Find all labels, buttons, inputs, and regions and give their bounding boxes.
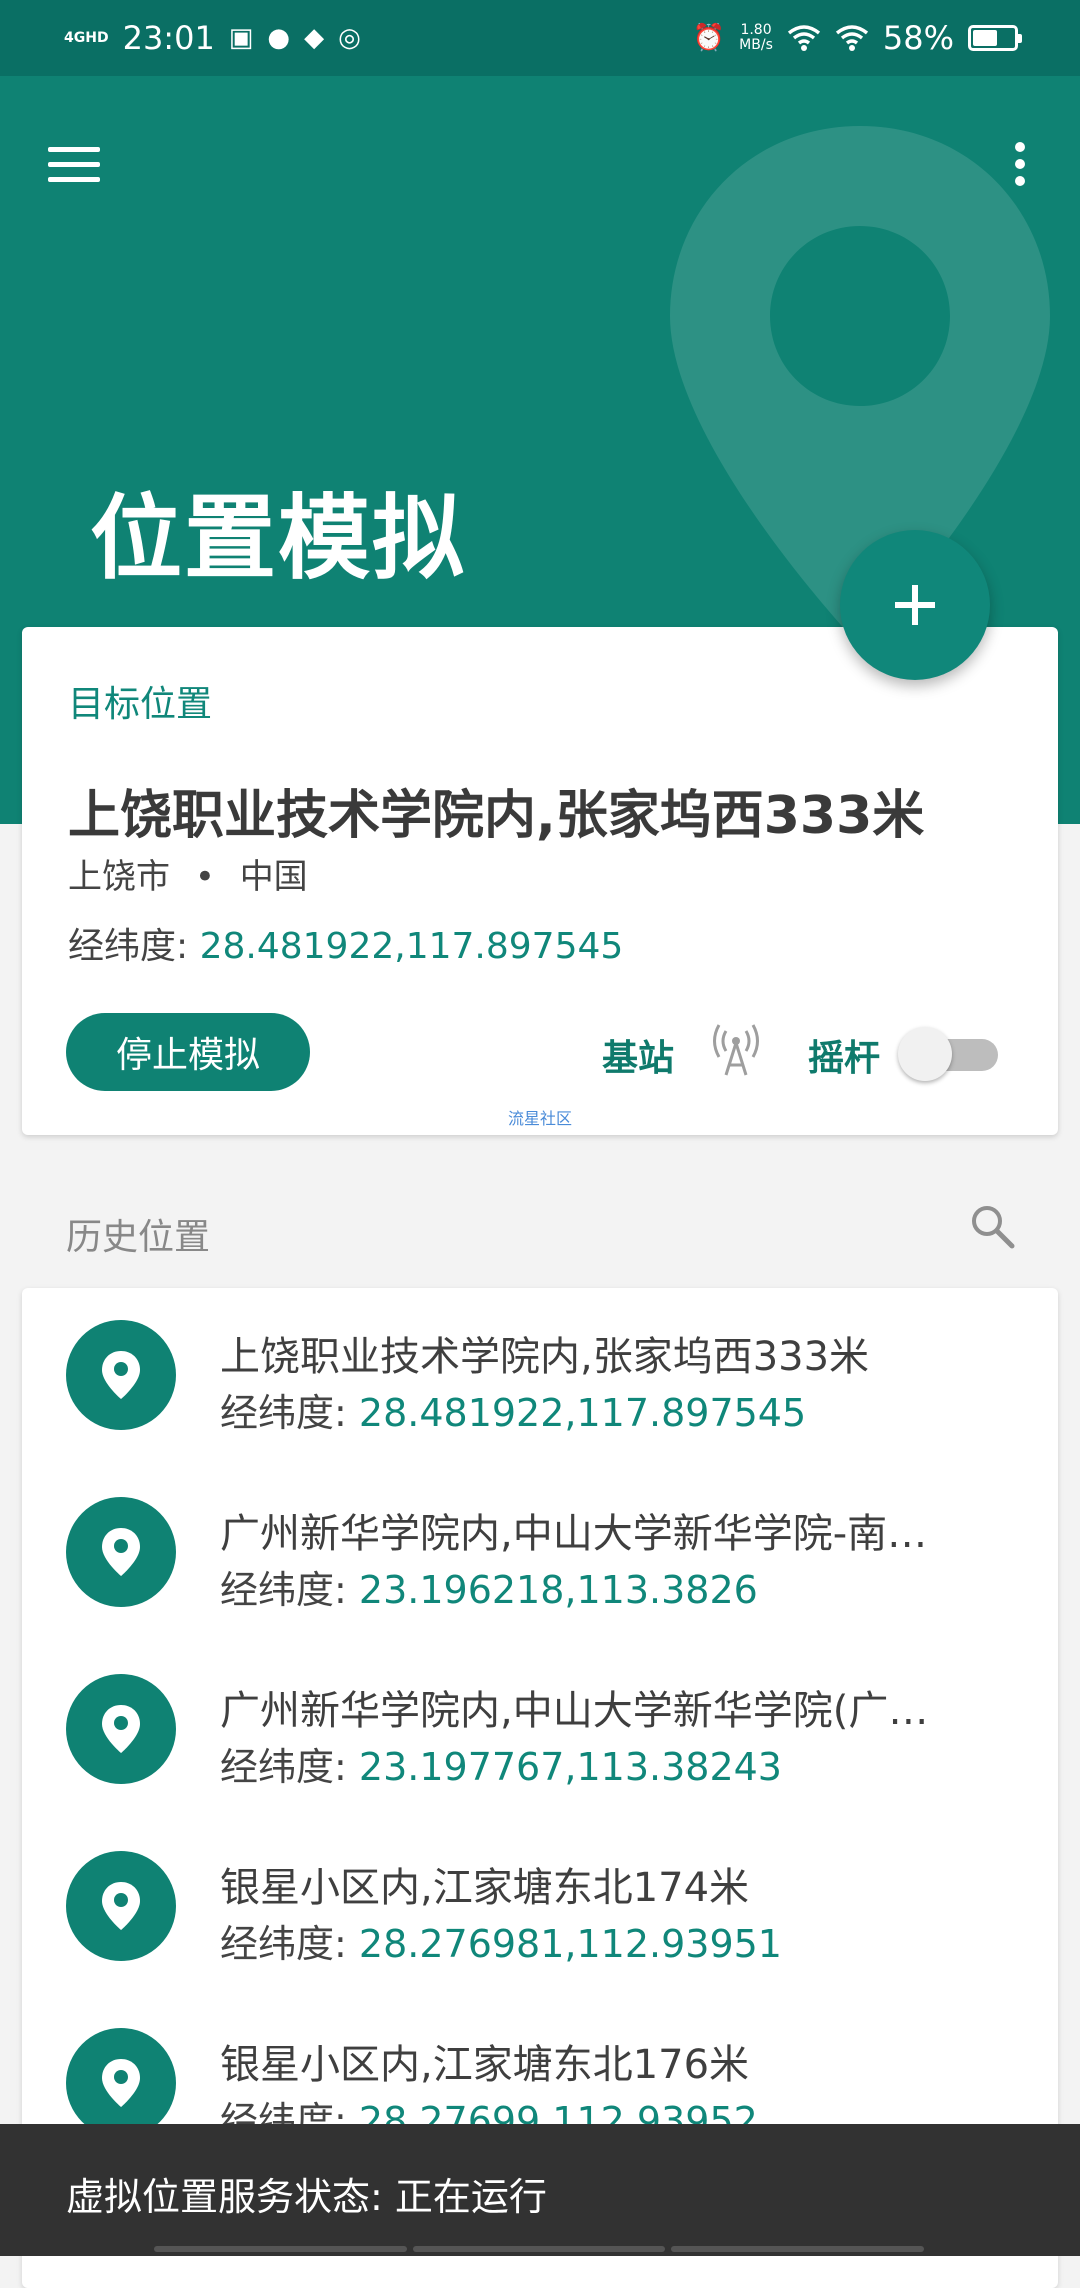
menu-icon[interactable] <box>48 136 104 192</box>
coord-label: 经纬度: <box>220 1745 347 1789</box>
toggle-thumb <box>898 1027 952 1081</box>
page-title: 位置模拟 <box>90 485 467 592</box>
target-name: 上饶职业技术学院内,张家坞西333米 <box>68 786 925 846</box>
history-item-coords: 经纬度: 28.276981,112.93951 <box>220 1913 782 1968</box>
coord-value: 28.276981,112.93951 <box>358 1922 782 1966</box>
coord-value: 28.481922,117.897545 <box>199 926 624 967</box>
add-location-button[interactable] <box>840 530 990 680</box>
history-item-name: 上饶职业技术学院内,张家坞西333米 <box>220 1334 870 1380</box>
base-station-label[interactable]: 基站 <box>602 1029 674 1081</box>
coord-value: 23.197767,113.38243 <box>358 1745 782 1789</box>
history-title: 历史位置 <box>66 1217 211 1258</box>
snackbar-text: 虚拟位置服务状态: 正在运行 <box>66 2175 547 2219</box>
speed-unit: MB/s <box>739 37 773 53</box>
coord-value: 28.481922,117.897545 <box>358 1391 807 1435</box>
coord-label: 经纬度: <box>220 1922 347 1966</box>
history-item[interactable]: 广州新华学院内,中山大学新华学院-南… 经纬度: 23.196218,113.3… <box>22 1465 1058 1642</box>
history-item-coords: 经纬度: 28.481922,117.897545 <box>220 1382 806 1437</box>
status-time: 23:01 <box>122 19 215 57</box>
coord-label: 经纬度: <box>68 926 189 967</box>
status-left: 4GHD 23:01 ▣ ● ◆ ◎ <box>64 19 361 57</box>
target-label: 目标位置 <box>68 684 213 725</box>
target-region: 上饶市 • 中国 <box>68 849 308 898</box>
location-pin-icon <box>102 2059 140 2107</box>
target-country: 中国 <box>239 857 308 897</box>
joystick-toggle[interactable] <box>898 1025 1006 1081</box>
alarm-icon: ⏰ <box>692 23 726 53</box>
region-separator: • <box>194 857 215 897</box>
plus-icon <box>895 585 935 625</box>
history-item-name: 广州新华学院内,中山大学新华学院(广… <box>220 1688 929 1734</box>
network-speed: 1.80 MB/s <box>739 23 773 53</box>
wifi-icon <box>787 25 820 51</box>
history-item-name: 银星小区内,江家塘东北176米 <box>220 2042 750 2088</box>
joystick-label: 摇杆 <box>808 1038 881 1079</box>
history-item-coords: 经纬度: 23.196218,113.3826 <box>220 1559 758 1614</box>
watermark-text: 流星社区 <box>507 1109 572 1128</box>
status-right: ⏰ 1.80 MB/s 58% <box>692 19 1022 57</box>
service-status-snackbar: 虚拟位置服务状态: 正在运行 <box>0 2124 1080 2256</box>
notification-icon: ▣ <box>228 23 254 53</box>
speed-value: 1.80 <box>740 22 772 38</box>
stop-simulation-button[interactable]: 停止模拟 <box>66 1013 310 1091</box>
location-pin-avatar <box>66 2028 176 2138</box>
target-city: 上饶市 <box>68 857 170 897</box>
message-icon: ● <box>267 23 291 53</box>
target-coordinates: 经纬度: 28.481922,117.897545 <box>68 917 623 969</box>
network-indicator: 4GHD <box>64 30 109 46</box>
history-item[interactable]: 银星小区内,江家塘东北174米 经纬度: 28.276981,112.93951 <box>22 1819 1058 1996</box>
location-pin-avatar <box>66 1851 176 1961</box>
coord-value: 23.196218,113.3826 <box>358 1568 758 1612</box>
navigation-gesture-bar <box>154 2246 925 2252</box>
location-pin-avatar <box>66 1674 176 1784</box>
cell-tower-icon[interactable] <box>712 1021 760 1077</box>
battery-icon <box>968 25 1022 51</box>
more-options-icon[interactable] <box>996 132 1044 196</box>
status-bar: 4GHD 23:01 ▣ ● ◆ ◎ ⏰ 1.80 MB/s 58% <box>0 0 1080 76</box>
location-pin-icon <box>102 1705 140 1753</box>
target-location-card: 目标位置 上饶职业技术学院内,张家坞西333米 上饶市 • 中国 经纬度: 28… <box>22 627 1058 1135</box>
coord-label: 经纬度: <box>220 1568 347 1612</box>
history-item[interactable]: 广州新华学院内,中山大学新华学院(广… 经纬度: 23.197767,113.3… <box>22 1642 1058 1819</box>
history-item-name: 银星小区内,江家塘东北174米 <box>220 1865 750 1911</box>
history-item-name: 广州新华学院内,中山大学新华学院-南… <box>220 1511 928 1557</box>
wifi-icon-secondary <box>835 25 868 51</box>
location-pin-icon <box>102 1528 140 1576</box>
location-pin-icon <box>102 1882 140 1930</box>
app-notification-icon: ◆ <box>304 23 325 53</box>
location-pin-avatar <box>66 1497 176 1607</box>
battery-percent: 58% <box>882 19 954 57</box>
history-header: 历史位置 <box>0 1160 1080 1260</box>
coord-label: 经纬度: <box>220 1391 347 1435</box>
history-item[interactable]: 上饶职业技术学院内,张家坞西333米 经纬度: 28.481922,117.89… <box>22 1288 1058 1465</box>
wechat-icon: ◎ <box>338 23 361 53</box>
location-pin-avatar <box>66 1320 176 1430</box>
location-pin-icon <box>102 1351 140 1399</box>
history-item-coords: 经纬度: 23.197767,113.38243 <box>220 1736 782 1791</box>
search-icon[interactable] <box>968 1202 1016 1250</box>
